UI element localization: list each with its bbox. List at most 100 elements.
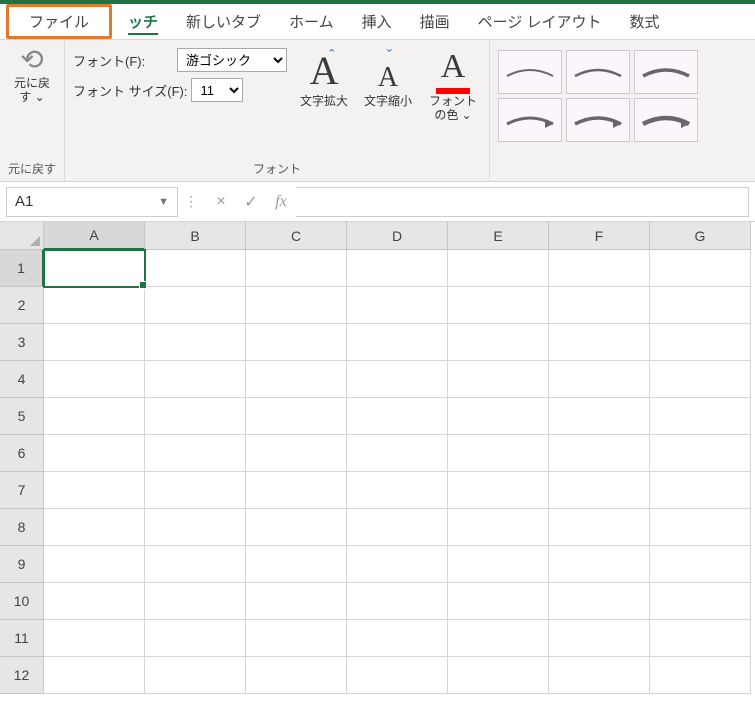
cell[interactable] <box>44 509 145 546</box>
cell[interactable] <box>650 472 751 509</box>
col-header-a[interactable]: A <box>44 222 145 250</box>
cell[interactable] <box>347 324 448 361</box>
cell[interactable] <box>549 657 650 694</box>
cell[interactable] <box>347 287 448 324</box>
cell[interactable] <box>44 583 145 620</box>
tab-file[interactable]: ファイル <box>6 4 112 39</box>
name-box[interactable]: A1 ▼ <box>6 187 178 217</box>
row-header[interactable]: 11 <box>0 620 44 657</box>
tab-insert[interactable]: 挿入 <box>348 5 406 38</box>
shape-option-4[interactable] <box>498 98 562 142</box>
row-header[interactable]: 1 <box>0 250 44 287</box>
shape-option-3[interactable] <box>634 50 698 94</box>
cell[interactable] <box>448 583 549 620</box>
col-header-d[interactable]: D <box>347 222 448 250</box>
col-header-c[interactable]: C <box>246 222 347 250</box>
cell[interactable] <box>246 546 347 583</box>
cell[interactable] <box>650 361 751 398</box>
cell[interactable] <box>44 472 145 509</box>
cell[interactable] <box>650 509 751 546</box>
row-header[interactable]: 8 <box>0 509 44 546</box>
cell[interactable] <box>448 250 549 287</box>
tab-new[interactable]: 新しいタブ <box>172 5 275 38</box>
confirm-formula-button[interactable]: ✓ <box>236 192 266 212</box>
font-name-select[interactable]: 游ゴシック <box>177 48 287 72</box>
cell[interactable] <box>246 324 347 361</box>
cell[interactable] <box>448 546 549 583</box>
col-header-e[interactable]: E <box>448 222 549 250</box>
cell[interactable] <box>145 620 246 657</box>
cell[interactable] <box>44 361 145 398</box>
col-header-f[interactable]: F <box>549 222 650 250</box>
row-header[interactable]: 12 <box>0 657 44 694</box>
cell[interactable] <box>650 620 751 657</box>
cell[interactable] <box>448 472 549 509</box>
cell[interactable] <box>44 324 145 361</box>
row-header[interactable]: 4 <box>0 361 44 398</box>
cell[interactable] <box>44 620 145 657</box>
cell[interactable] <box>44 435 145 472</box>
undo-button[interactable]: ⟲ 元に戻 す ⌄ <box>14 46 50 105</box>
cell[interactable] <box>650 287 751 324</box>
formula-input[interactable] <box>296 187 749 217</box>
cell[interactable] <box>246 287 347 324</box>
cell[interactable] <box>448 324 549 361</box>
cell[interactable] <box>347 657 448 694</box>
cell[interactable] <box>448 398 549 435</box>
font-size-select[interactable]: 11 <box>191 78 243 102</box>
cell[interactable] <box>347 620 448 657</box>
font-color-button[interactable]: A フォント の色 ⌄ <box>425 46 481 123</box>
cell[interactable] <box>145 583 246 620</box>
row-header[interactable]: 6 <box>0 435 44 472</box>
cell[interactable] <box>448 435 549 472</box>
cell[interactable] <box>650 435 751 472</box>
cell[interactable] <box>549 620 650 657</box>
grow-font-button[interactable]: A ˆ 文字拡大 <box>295 48 353 108</box>
cell[interactable] <box>347 509 448 546</box>
cell[interactable] <box>448 620 549 657</box>
shape-option-6[interactable] <box>634 98 698 142</box>
cell[interactable] <box>347 546 448 583</box>
cell[interactable] <box>347 435 448 472</box>
cell[interactable] <box>347 398 448 435</box>
cell[interactable] <box>145 509 246 546</box>
cell[interactable] <box>549 398 650 435</box>
col-header-g[interactable]: G <box>650 222 751 250</box>
cell[interactable] <box>650 657 751 694</box>
cell[interactable] <box>246 509 347 546</box>
cell[interactable] <box>347 583 448 620</box>
cell[interactable] <box>246 361 347 398</box>
tab-draw[interactable]: 描画 <box>406 5 464 38</box>
cell[interactable] <box>145 435 246 472</box>
insert-function-button[interactable]: fx <box>266 193 296 211</box>
cancel-formula-button[interactable]: × <box>206 193 236 211</box>
cell[interactable] <box>246 435 347 472</box>
cell[interactable] <box>246 250 347 287</box>
cell[interactable] <box>347 250 448 287</box>
cell[interactable] <box>448 509 549 546</box>
cell[interactable] <box>549 509 650 546</box>
cell[interactable] <box>347 472 448 509</box>
col-header-b[interactable]: B <box>145 222 246 250</box>
cell[interactable] <box>145 250 246 287</box>
cell[interactable] <box>549 583 650 620</box>
row-header[interactable]: 7 <box>0 472 44 509</box>
cell[interactable] <box>145 361 246 398</box>
tab-home[interactable]: ホーム <box>275 5 348 38</box>
cell[interactable] <box>650 324 751 361</box>
cell[interactable] <box>44 287 145 324</box>
cell[interactable] <box>246 583 347 620</box>
cell[interactable] <box>650 250 751 287</box>
cell[interactable] <box>448 657 549 694</box>
cell[interactable] <box>246 398 347 435</box>
cell[interactable] <box>44 657 145 694</box>
tab-touch[interactable]: ッチ <box>114 5 172 38</box>
cell[interactable] <box>145 657 246 694</box>
cell[interactable] <box>347 361 448 398</box>
shape-option-5[interactable] <box>566 98 630 142</box>
cell[interactable] <box>650 398 751 435</box>
cell[interactable] <box>145 472 246 509</box>
select-all-corner[interactable] <box>0 222 44 250</box>
cell[interactable] <box>549 546 650 583</box>
cell[interactable] <box>549 361 650 398</box>
